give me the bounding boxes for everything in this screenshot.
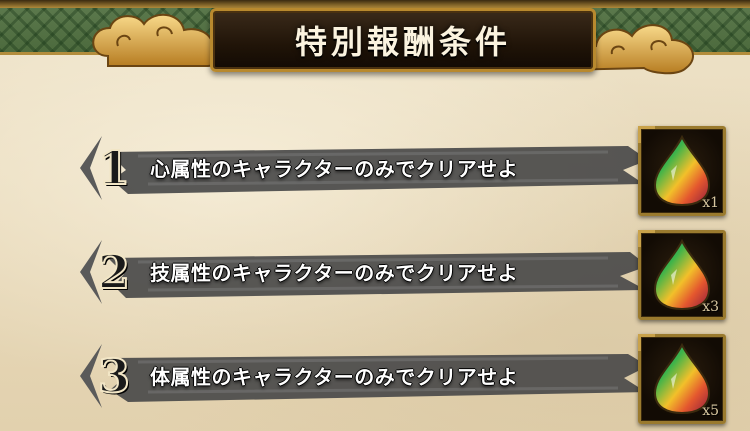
reward-slot[interactable]: x3 (638, 230, 726, 320)
reward-quantity: x3 (702, 299, 719, 315)
condition-number: 3 (97, 348, 131, 404)
title-banner: 特別報酬条件 (210, 8, 596, 72)
reward-quantity: x5 (702, 403, 719, 419)
condition-text: 体属性のキャラクターのみでクリアせよ (150, 365, 519, 389)
reward-slot[interactable]: x5 (638, 334, 726, 424)
condition-row-1: 1 心属性のキャラクターのみでクリアせよ x1 (0, 118, 750, 218)
condition-row-3: 3 体属性のキャラクターのみでクリアせよ x5 (0, 326, 750, 426)
condition-row-2: 2 技属性のキャラクターのみでクリアせよ x3 (0, 222, 750, 322)
reward-quantity: x1 (702, 195, 719, 211)
condition-number: 1 (97, 140, 131, 196)
reward-slot[interactable]: x1 (638, 126, 726, 216)
condition-number: 2 (97, 244, 131, 300)
condition-text: 技属性のキャラクターのみでクリアせよ (150, 261, 519, 285)
page-title: 特別報酬条件 (294, 23, 511, 61)
condition-text: 心属性のキャラクターのみでクリアせよ (150, 157, 519, 181)
